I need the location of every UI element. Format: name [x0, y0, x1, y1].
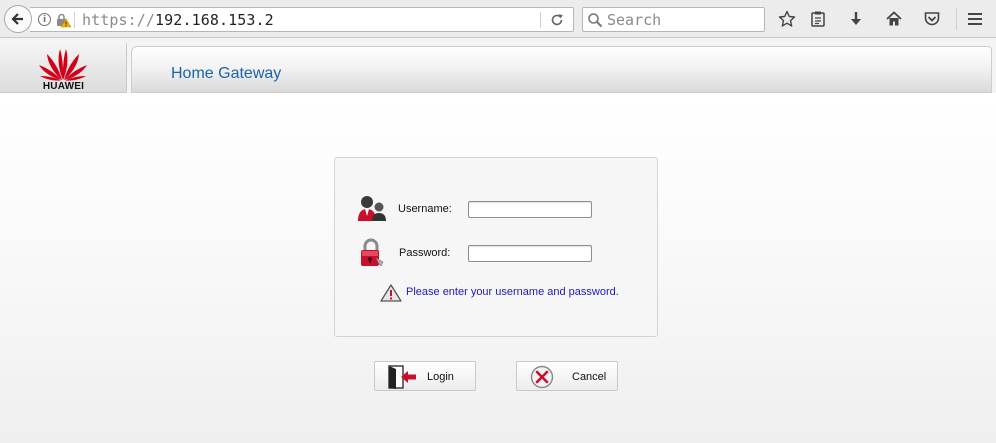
password-label: Password: — [399, 247, 451, 259]
reading-list-icon — [811, 11, 825, 27]
reload-separator — [540, 12, 541, 28]
pocket-icon — [924, 12, 940, 26]
info-icon[interactable]: i — [38, 13, 51, 26]
search-bar[interactable]: Search — [582, 7, 765, 32]
hint-text: Please enter your username and password. — [406, 286, 619, 298]
cancel-button[interactable]: Cancel — [516, 361, 618, 391]
huawei-logo — [39, 49, 87, 81]
reload-icon[interactable] — [550, 13, 564, 27]
login-button[interactable]: Login — [374, 361, 476, 391]
url-bar[interactable]: i https://192.168.153.2 — [30, 7, 574, 32]
cancel-x-icon — [530, 365, 554, 389]
user-icon — [358, 196, 386, 221]
url-scheme: https:// — [82, 11, 156, 29]
pocket-button[interactable] — [921, 8, 943, 30]
toolbar-separator — [956, 8, 957, 30]
password-lock-icon — [361, 238, 384, 267]
username-row: Username: — [335, 194, 659, 224]
password-input[interactable] — [468, 245, 592, 262]
home-button[interactable] — [883, 8, 905, 30]
cancel-button-label: Cancel — [572, 371, 607, 383]
warning-lock-icon[interactable] — [55, 12, 71, 28]
username-label: Username: — [398, 203, 452, 215]
url-separator — [74, 12, 75, 28]
login-button-label: Login — [427, 371, 454, 383]
page-title: Home Gateway — [171, 65, 282, 82]
username-input[interactable] — [468, 201, 592, 218]
url-host: 192.168.153.2 — [155, 11, 274, 29]
home-icon — [886, 11, 902, 26]
title-bar: Home Gateway — [131, 46, 992, 93]
bookmark-star-icon — [778, 10, 796, 27]
login-door-icon — [388, 365, 416, 389]
url-text[interactable]: https://192.168.153.2 — [82, 11, 274, 29]
download-icon — [851, 12, 861, 25]
logo-box: HUAWEI — [0, 43, 127, 93]
password-row: Password: — [335, 238, 659, 268]
search-placeholder: Search — [607, 11, 662, 29]
search-icon — [588, 13, 603, 28]
menu-icon — [968, 13, 982, 25]
back-arrow-icon — [11, 13, 23, 25]
warning-icon — [380, 284, 402, 302]
router-header: HUAWEI Home Gateway — [0, 39, 996, 93]
brand-name: HUAWEI — [42, 81, 85, 92]
browser-toolbar: i https://192.168.153.2 Search — [0, 0, 996, 38]
reading-list-button[interactable] — [807, 8, 829, 30]
login-panel: Username: Password: Please enter your us… — [334, 157, 658, 337]
bookmark-button[interactable] — [776, 8, 798, 30]
back-button[interactable] — [4, 5, 32, 33]
menu-button[interactable] — [964, 8, 986, 30]
downloads-button[interactable] — [845, 8, 867, 30]
